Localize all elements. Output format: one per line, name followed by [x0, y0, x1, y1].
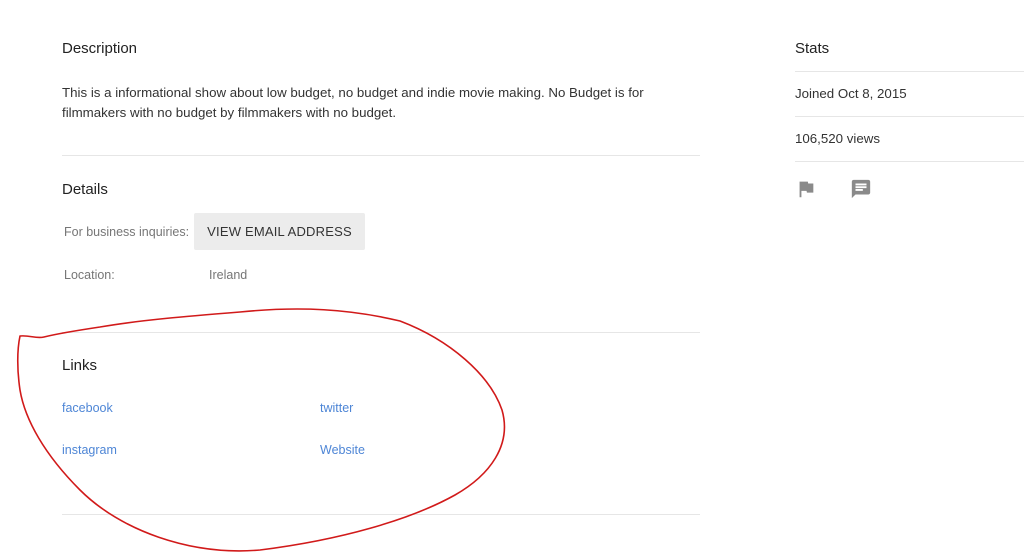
divider — [62, 155, 700, 156]
business-inquiries-label: For business inquiries: — [64, 225, 190, 239]
message-icon[interactable] — [850, 178, 872, 200]
description-text: This is a informational show about low b… — [62, 85, 644, 120]
description-title: Description — [62, 40, 138, 57]
stats-title: Stats — [795, 40, 830, 57]
links-title: Links — [62, 357, 98, 374]
divider — [62, 514, 700, 515]
divider — [795, 71, 1024, 72]
view-count: 106,520 views — [795, 131, 881, 146]
divider — [795, 116, 1024, 117]
flag-icon[interactable] — [795, 178, 817, 200]
divider — [795, 161, 1024, 162]
link-website[interactable]: Website — [320, 443, 365, 457]
link-twitter[interactable]: twitter — [320, 401, 353, 415]
link-instagram[interactable]: instagram — [62, 443, 117, 457]
divider — [62, 332, 700, 333]
joined-date: Joined Oct 8, 2015 — [795, 86, 907, 101]
details-title: Details — [62, 181, 108, 198]
view-email-address-button[interactable]: VIEW EMAIL ADDRESS — [194, 213, 365, 250]
about-page: Description This is a informational show… — [0, 0, 1024, 556]
link-facebook[interactable]: facebook — [62, 401, 113, 415]
location-label: Location: — [64, 268, 115, 282]
location-value: Ireland — [209, 268, 248, 282]
